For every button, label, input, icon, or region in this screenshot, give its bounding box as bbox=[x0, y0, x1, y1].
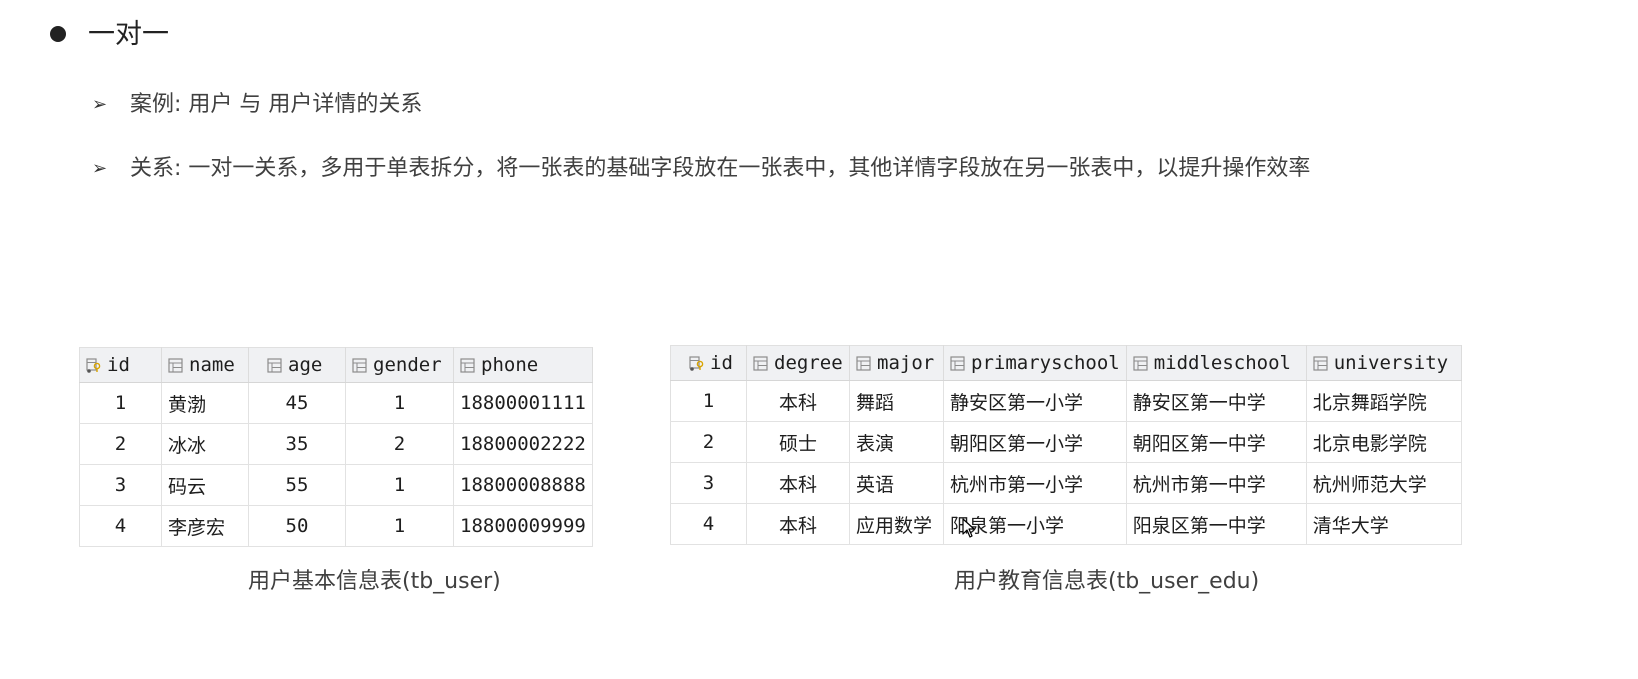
column-icon bbox=[950, 354, 965, 371]
primary-key-column-icon bbox=[86, 356, 101, 373]
column-header-phone[interactable]: phone bbox=[453, 347, 593, 383]
table-row[interactable]: 2 冰冰 35 2 18800002222 bbox=[79, 423, 593, 465]
cell-major[interactable]: 应用数学 bbox=[849, 503, 944, 545]
cell-major[interactable]: 舞蹈 bbox=[849, 380, 944, 422]
column-header-major[interactable]: major bbox=[849, 345, 944, 381]
arrow-bullet-icon: ➢ bbox=[92, 158, 108, 179]
column-header-age[interactable]: age bbox=[248, 347, 346, 383]
cell-id[interactable]: 3 bbox=[79, 464, 162, 506]
example-line: ➢ 案例: 用户 与 用户详情的关系 bbox=[92, 90, 422, 120]
relation-line: ➢ 关系: 一对一关系，多用于单表拆分，将一张表的基础字段放在一张表中，其他详情字… bbox=[92, 154, 1310, 184]
cell-major[interactable]: 表演 bbox=[849, 421, 944, 463]
cell-degree[interactable]: 本科 bbox=[746, 380, 850, 422]
cell-primaryschool[interactable]: 静安区第一小学 bbox=[943, 380, 1127, 422]
table-row[interactable]: 1 本科 舞蹈 静安区第一小学 静安区第一中学 北京舞蹈学院 bbox=[670, 380, 1462, 422]
column-header-id[interactable]: id bbox=[79, 347, 162, 383]
column-icon bbox=[1313, 354, 1328, 371]
cell-id[interactable]: 4 bbox=[79, 505, 162, 547]
edu-table: id degree major primaryschool middlescho… bbox=[670, 345, 1462, 545]
cell-university[interactable]: 杭州师范大学 bbox=[1306, 462, 1462, 504]
cell-gender[interactable]: 1 bbox=[345, 382, 454, 424]
table-row[interactable]: 3 码云 55 1 18800008888 bbox=[79, 464, 593, 506]
edu-table-header: id degree major primaryschool middlescho… bbox=[670, 345, 1462, 381]
cell-name[interactable]: 码云 bbox=[161, 464, 249, 506]
user-table: id name age gender phone 1 黄渤 45 1 18800… bbox=[79, 347, 593, 547]
column-icon bbox=[1133, 354, 1148, 371]
cell-name[interactable]: 李彦宏 bbox=[161, 505, 249, 547]
cell-phone[interactable]: 18800002222 bbox=[453, 423, 593, 465]
cell-age[interactable]: 50 bbox=[248, 505, 346, 547]
cell-middleschool[interactable]: 静安区第一中学 bbox=[1126, 380, 1307, 422]
column-icon bbox=[460, 356, 475, 373]
cell-id[interactable]: 2 bbox=[670, 421, 747, 463]
cell-age[interactable]: 35 bbox=[248, 423, 346, 465]
column-icon bbox=[753, 354, 768, 371]
cell-primaryschool[interactable]: 朝阳区第一小学 bbox=[943, 421, 1127, 463]
user-table-header: id name age gender phone bbox=[79, 347, 593, 383]
relation-text: 关系: 一对一关系，多用于单表拆分，将一张表的基础字段放在一张表中，其他详情字段… bbox=[130, 156, 1311, 181]
table-row[interactable]: 2 硕士 表演 朝阳区第一小学 朝阳区第一中学 北京电影学院 bbox=[670, 421, 1462, 463]
table-row[interactable]: 1 黄渤 45 1 18800001111 bbox=[79, 382, 593, 424]
column-header-name[interactable]: name bbox=[161, 347, 249, 383]
cell-name[interactable]: 冰冰 bbox=[161, 423, 249, 465]
cell-primaryschool[interactable]: 杭州市第一小学 bbox=[943, 462, 1127, 504]
cell-degree[interactable]: 硕士 bbox=[746, 421, 850, 463]
arrow-bullet-icon: ➢ bbox=[92, 94, 108, 115]
primary-key-column-icon bbox=[689, 354, 704, 371]
column-header-primaryschool[interactable]: primaryschool bbox=[943, 345, 1127, 381]
column-header-middleschool[interactable]: middleschool bbox=[1126, 345, 1307, 381]
cell-id[interactable]: 3 bbox=[670, 462, 747, 504]
column-header-gender[interactable]: gender bbox=[345, 347, 454, 383]
column-icon bbox=[352, 356, 367, 373]
column-icon bbox=[168, 356, 183, 373]
column-header-university[interactable]: university bbox=[1306, 345, 1462, 381]
edu-table-caption: 用户教育信息表(tb_user_edu) bbox=[954, 569, 1260, 594]
bullet-dot bbox=[50, 26, 66, 42]
cell-id[interactable]: 2 bbox=[79, 423, 162, 465]
cell-middleschool[interactable]: 朝阳区第一中学 bbox=[1126, 421, 1307, 463]
cell-degree[interactable]: 本科 bbox=[746, 462, 850, 504]
cell-phone[interactable]: 18800009999 bbox=[453, 505, 593, 547]
cell-middleschool[interactable]: 杭州市第一中学 bbox=[1126, 462, 1307, 504]
cell-id[interactable]: 1 bbox=[79, 382, 162, 424]
cell-university[interactable]: 清华大学 bbox=[1306, 503, 1462, 545]
cell-university[interactable]: 北京电影学院 bbox=[1306, 421, 1462, 463]
cell-id[interactable]: 1 bbox=[670, 380, 747, 422]
table-row[interactable]: 4 本科 应用数学 阳泉第一小学 阳泉区第一中学 清华大学 bbox=[670, 503, 1462, 545]
column-icon bbox=[856, 354, 871, 371]
cell-middleschool[interactable]: 阳泉区第一中学 bbox=[1126, 503, 1307, 545]
user-table-caption: 用户基本信息表(tb_user) bbox=[248, 569, 501, 594]
column-icon bbox=[267, 356, 282, 373]
example-text: 案例: 用户 与 用户详情的关系 bbox=[130, 92, 423, 117]
cell-age[interactable]: 55 bbox=[248, 464, 346, 506]
cell-major[interactable]: 英语 bbox=[849, 462, 944, 504]
cell-gender[interactable]: 1 bbox=[345, 464, 454, 506]
cell-phone[interactable]: 18800008888 bbox=[453, 464, 593, 506]
cell-gender[interactable]: 1 bbox=[345, 505, 454, 547]
cell-age[interactable]: 45 bbox=[248, 382, 346, 424]
cell-phone[interactable]: 18800001111 bbox=[453, 382, 593, 424]
cell-gender[interactable]: 2 bbox=[345, 423, 454, 465]
column-header-id[interactable]: id bbox=[670, 345, 747, 381]
table-row[interactable]: 3 本科 英语 杭州市第一小学 杭州市第一中学 杭州师范大学 bbox=[670, 462, 1462, 504]
column-header-degree[interactable]: degree bbox=[746, 345, 850, 381]
cell-university[interactable]: 北京舞蹈学院 bbox=[1306, 380, 1462, 422]
slide: 一对一 ➢ 案例: 用户 与 用户详情的关系 ➢ 关系: 一对一关系，多用于单表拆分… bbox=[0, 0, 1638, 679]
mouse-cursor-icon bbox=[962, 518, 975, 538]
slide-heading: 一对一 bbox=[88, 19, 169, 50]
cell-degree[interactable]: 本科 bbox=[746, 503, 850, 545]
table-row[interactable]: 4 李彦宏 50 1 18800009999 bbox=[79, 505, 593, 547]
cell-name[interactable]: 黄渤 bbox=[161, 382, 249, 424]
cell-id[interactable]: 4 bbox=[670, 503, 747, 545]
